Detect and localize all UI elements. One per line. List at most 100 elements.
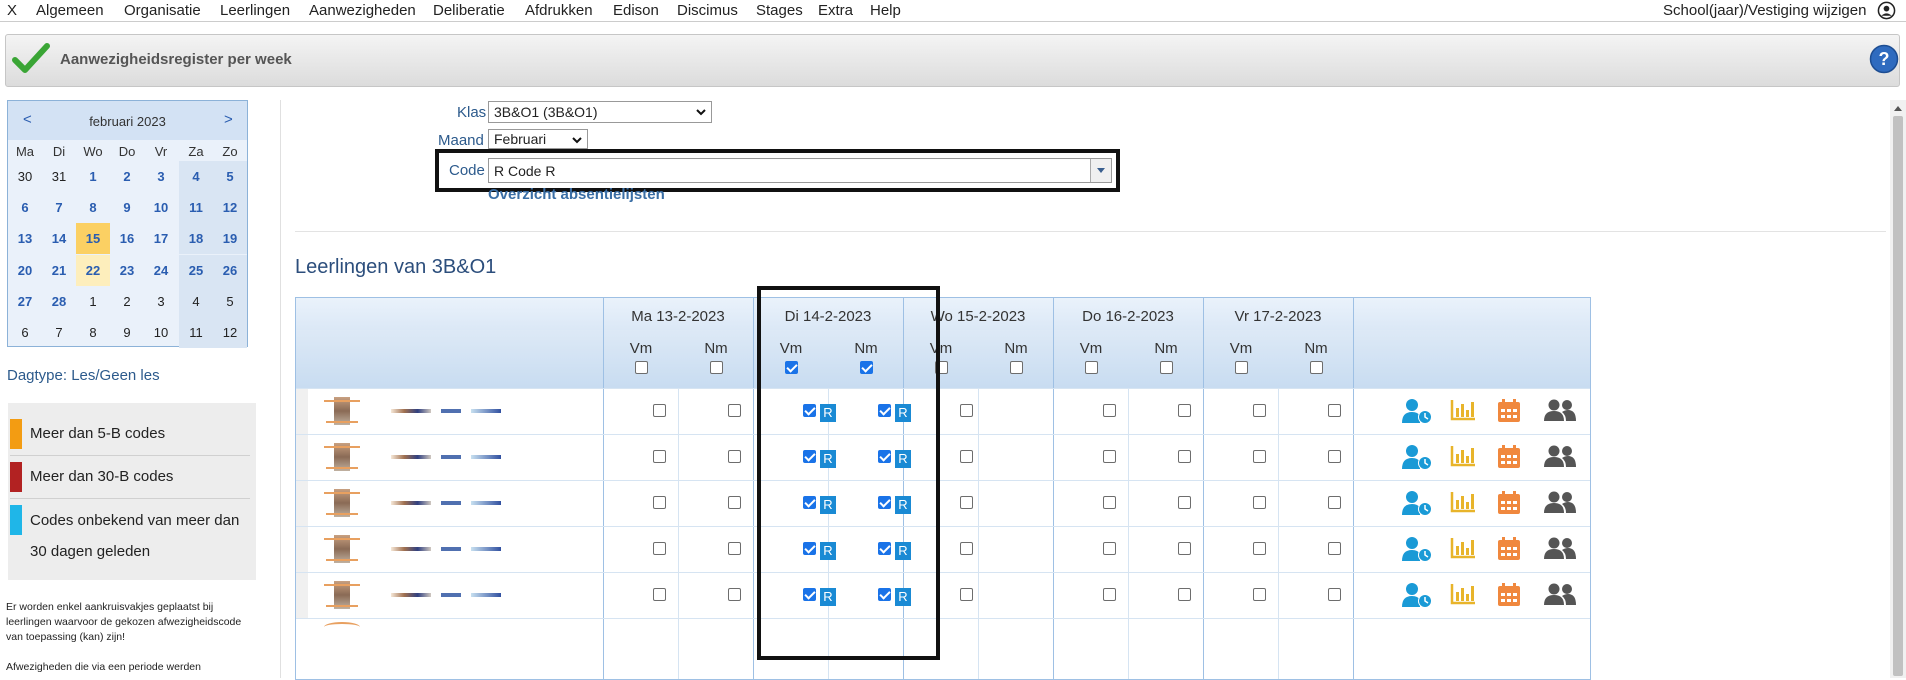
menu-item-help[interactable]: Help [870,2,901,19]
user-clock-icon[interactable] [1401,582,1433,611]
vm-checkbox[interactable] [1253,404,1266,417]
code-dropdown-button[interactable] [1090,159,1111,182]
vm-checkbox[interactable] [960,404,973,417]
select-all-vm-checkbox[interactable] [635,361,648,374]
calendar-day[interactable]: 2 [110,286,144,317]
select-all-nm-checkbox[interactable] [1310,361,1323,374]
menu-item-aanwezigheden[interactable]: Aanwezigheden [309,2,416,19]
bar-chart-icon[interactable] [1449,398,1477,425]
overview-absentielijsten-link[interactable]: Overzicht absentielijsten [488,186,665,203]
select-all-nm-checkbox[interactable] [1010,361,1023,374]
nm-checkbox[interactable] [1328,542,1341,555]
student-name[interactable] [391,408,501,414]
nm-checkbox[interactable] [1178,496,1191,509]
nm-checkbox[interactable] [728,450,741,463]
calendar-day[interactable]: 7 [42,192,76,223]
vm-checkbox[interactable] [1103,450,1116,463]
student-name[interactable] [391,592,501,598]
bar-chart-icon[interactable] [1449,490,1477,517]
users-icon[interactable] [1543,582,1577,609]
close-menu-item[interactable]: X [7,2,17,19]
vertical-scrollbar[interactable] [1890,100,1906,678]
student-photo[interactable] [324,397,360,425]
calendar-day[interactable]: 7 [42,317,76,348]
calendar-day[interactable]: 8 [76,192,110,223]
users-icon[interactable] [1543,536,1577,563]
menu-item-discimus[interactable]: Discimus [677,2,738,19]
menu-item-edison[interactable]: Edison [613,2,659,19]
calendar-day[interactable]: 8 [76,317,110,348]
select-all-vm-checkbox[interactable] [1085,361,1098,374]
calendar-day[interactable]: 23 [110,255,144,286]
calendar-day[interactable]: 2 [110,161,144,192]
nm-checkbox[interactable] [1178,404,1191,417]
user-clock-icon[interactable] [1401,444,1433,473]
vm-checkbox[interactable] [1253,588,1266,601]
nm-checkbox[interactable] [1178,588,1191,601]
vm-checkbox[interactable] [653,450,666,463]
calendar-day[interactable]: 1 [76,161,110,192]
calendar-day[interactable]: 24 [144,255,178,286]
calendar-day[interactable]: 3 [144,161,178,192]
menu-item-school-wijzigen[interactable]: School(jaar)/Vestiging wijzigen [1663,2,1866,19]
menu-item-extra[interactable]: Extra [818,2,853,19]
calendar-icon[interactable] [1496,582,1522,611]
vm-checkbox[interactable] [1103,496,1116,509]
select-all-nm-checkbox[interactable] [1160,361,1173,374]
calendar-day[interactable]: 31 [42,161,76,192]
user-account-icon[interactable] [1877,1,1896,20]
calendar-day[interactable]: 11 [179,317,213,348]
student-name[interactable] [391,500,501,506]
student-photo[interactable] [324,581,360,609]
calendar-day[interactable]: 27 [8,286,42,317]
user-clock-icon[interactable] [1401,490,1433,519]
scroll-up-icon[interactable] [1893,104,1903,112]
nm-checkbox[interactable] [1328,496,1341,509]
menu-item-afdrukken[interactable]: Afdrukken [525,2,593,19]
vm-checkbox[interactable] [1253,450,1266,463]
vm-checkbox[interactable] [1253,496,1266,509]
calendar-day[interactable]: 12 [213,317,247,348]
menu-item-deliberatie[interactable]: Deliberatie [433,2,505,19]
vm-checkbox[interactable] [960,542,973,555]
vm-checkbox[interactable] [653,496,666,509]
vm-checkbox[interactable] [1103,588,1116,601]
bar-chart-icon[interactable] [1449,536,1477,563]
calendar-day[interactable]: 21 [42,255,76,286]
calendar-day[interactable]: 4 [179,285,213,317]
user-clock-icon[interactable] [1401,536,1433,565]
calendar-day[interactable]: 12 [213,192,247,224]
calendar-day[interactable]: 13 [8,223,42,254]
student-name[interactable] [391,454,501,460]
calendar-day[interactable]: 9 [110,317,144,348]
calendar-day[interactable]: 14 [42,223,76,254]
calendar-day[interactable]: 20 [8,255,42,286]
calendar-day[interactable]: 5 [213,161,247,192]
vm-checkbox[interactable] [1253,542,1266,555]
calendar-day[interactable]: 1 [76,286,110,317]
calendar-day[interactable]: 6 [8,317,42,348]
calendar-day[interactable]: 15 [76,223,110,255]
calendar-icon[interactable] [1496,444,1522,473]
vm-checkbox[interactable] [960,450,973,463]
menu-item-leerlingen[interactable]: Leerlingen [220,2,290,19]
vm-checkbox[interactable] [653,404,666,417]
vm-checkbox[interactable] [960,496,973,509]
vm-checkbox[interactable] [653,542,666,555]
student-photo[interactable] [324,535,360,563]
users-icon[interactable] [1543,490,1577,517]
nm-checkbox[interactable] [728,404,741,417]
calendar-day[interactable]: 6 [8,192,42,223]
calendar-day[interactable]: 9 [110,192,144,223]
student-photo[interactable] [324,443,360,471]
vm-checkbox[interactable] [1103,542,1116,555]
klas-select[interactable]: 3B&O1 (3B&O1) [488,101,712,123]
nm-checkbox[interactable] [728,588,741,601]
calendar-day[interactable]: 16 [110,223,144,254]
vm-checkbox[interactable] [960,588,973,601]
nm-checkbox[interactable] [1178,542,1191,555]
calendar-day[interactable]: 3 [144,286,178,317]
calendar-day[interactable]: 25 [179,254,213,286]
calendar-day[interactable]: 30 [8,161,42,192]
calendar-icon[interactable] [1496,536,1522,565]
